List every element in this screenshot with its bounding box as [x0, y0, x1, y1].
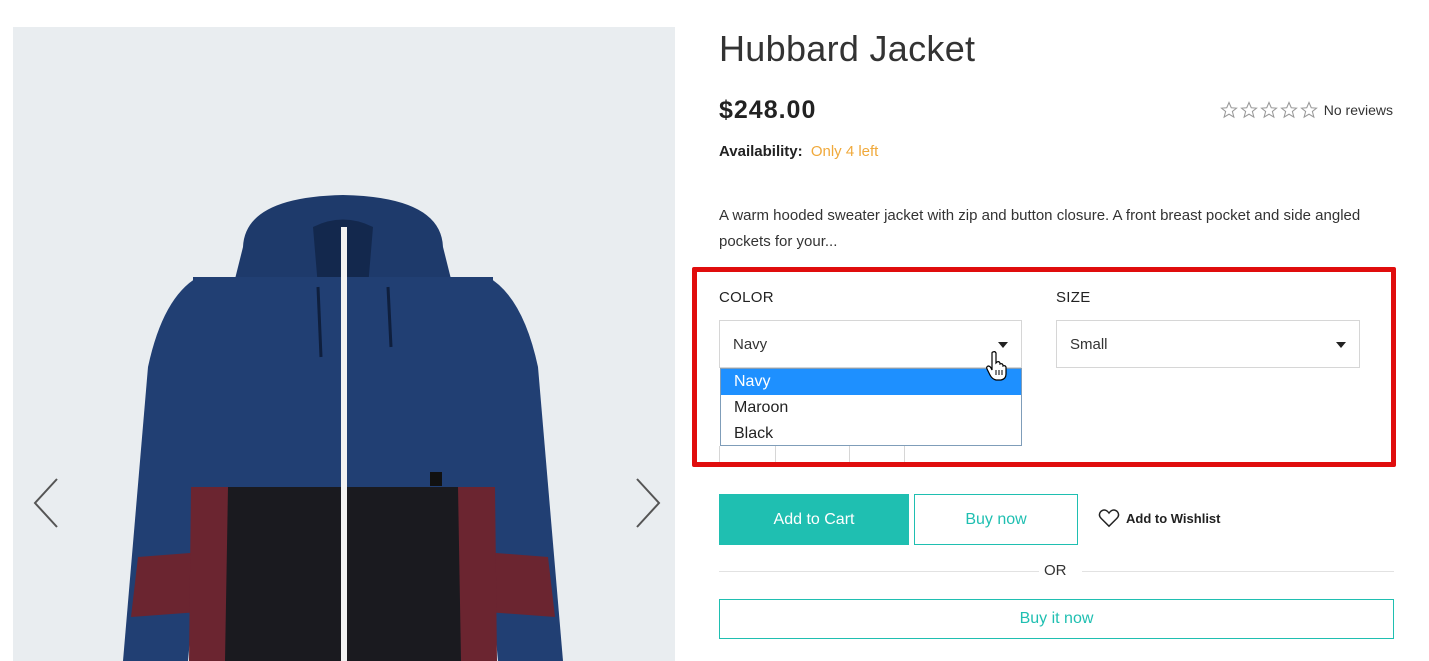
- divider-line: [1082, 571, 1394, 572]
- buy-now-button[interactable]: Buy now: [914, 494, 1078, 545]
- buy-it-now-button[interactable]: Buy it now: [719, 599, 1394, 639]
- product-title: Hubbard Jacket: [719, 28, 976, 69]
- rating-stars: [1219, 101, 1318, 119]
- or-text: OR: [1044, 562, 1067, 579]
- add-to-cart-button[interactable]: Add to Cart: [719, 494, 909, 545]
- add-to-wishlist-button[interactable]: Add to Wishlist: [1098, 508, 1221, 528]
- star-outline-icon: [1299, 101, 1318, 119]
- previous-image-button[interactable]: [23, 475, 63, 535]
- heart-outline-icon: [1098, 509, 1120, 528]
- divider-line: [719, 571, 1039, 572]
- highlight-box: [692, 267, 1396, 467]
- chevron-left-icon: [33, 478, 58, 528]
- availability-label: Availability:: [719, 143, 803, 160]
- chevron-right-icon: [636, 478, 661, 528]
- star-outline-icon: [1219, 101, 1238, 119]
- product-price: $248.00: [719, 96, 817, 124]
- star-outline-icon: [1259, 101, 1278, 119]
- next-image-button[interactable]: [633, 475, 673, 535]
- add-to-wishlist-label: Add to Wishlist: [1126, 510, 1221, 526]
- product-image: [123, 195, 563, 661]
- product-reviews[interactable]: No reviews: [1219, 101, 1393, 119]
- stock-status: Only 4 left: [810, 143, 879, 160]
- reviews-count-text: No reviews: [1323, 102, 1393, 118]
- star-outline-icon: [1239, 101, 1258, 119]
- or-divider: OR: [719, 561, 1394, 581]
- availability: Availability: Only 4 left: [719, 143, 878, 160]
- star-outline-icon: [1279, 101, 1298, 119]
- product-image-gallery: [13, 27, 675, 661]
- product-description: A warm hooded sweater jacket with zip an…: [719, 207, 1361, 250]
